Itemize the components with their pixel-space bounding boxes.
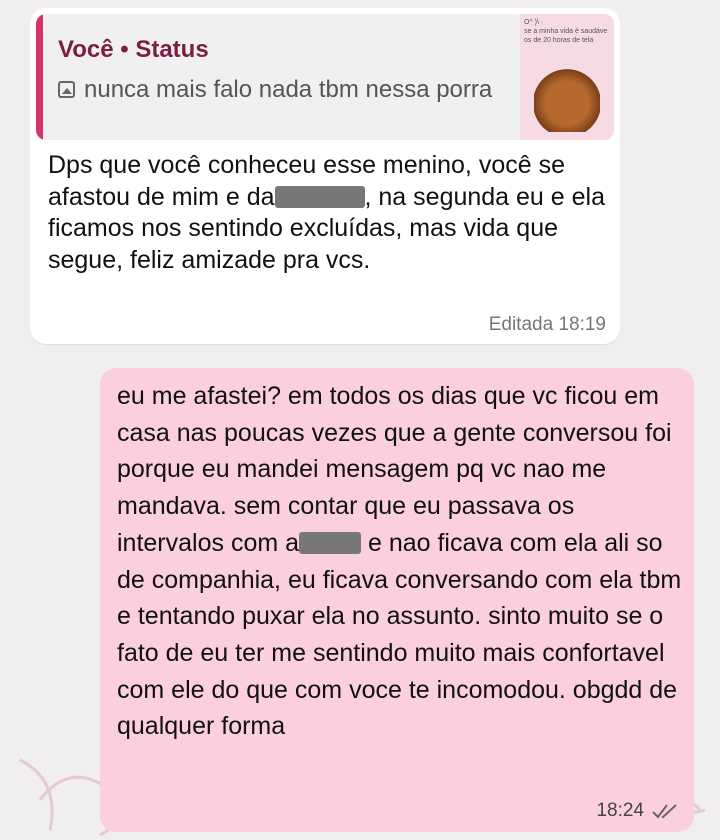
quote-author: Você • Status	[58, 36, 209, 63]
outgoing-text-part-2: e nao ficava com ela ali so de companhia…	[117, 528, 682, 741]
outgoing-message[interactable]: eu me afastei? em todos os dias que vc f…	[100, 368, 694, 832]
status-thumbnail[interactable]: O^ )\ · se a minha vida é saudáve os de …	[520, 14, 614, 140]
dog-photo	[534, 68, 600, 132]
outgoing-time: 18:24	[596, 800, 644, 821]
quote-accent-bar	[36, 14, 43, 140]
incoming-message-text: Dps que você conheceu esse menino, você …	[48, 150, 608, 276]
quoted-status-reply[interactable]: Você • Status nunca mais falo nada tbm n…	[36, 14, 614, 140]
redaction-mark	[299, 531, 362, 554]
double-check-read-icon	[652, 804, 677, 819]
thumbnail-caption: O^ )\ · se a minha vida é saudáve os de …	[524, 19, 608, 44]
incoming-meta: Editada 18:19	[489, 314, 606, 336]
image-icon	[58, 81, 75, 98]
edited-label: Editada	[488, 314, 554, 335]
incoming-message[interactable]: Você • Status nunca mais falo nada tbm n…	[30, 8, 620, 344]
quote-text: nunca mais falo nada tbm nessa porra	[58, 74, 498, 105]
outgoing-meta: 18:24	[596, 800, 678, 822]
outgoing-message-text: eu me afastei? em todos os dias que vc f…	[117, 378, 682, 745]
redaction-mark	[274, 185, 365, 208]
incoming-time: 18:19	[558, 314, 606, 335]
quote-text-content: nunca mais falo nada tbm nessa porra	[84, 76, 493, 103]
